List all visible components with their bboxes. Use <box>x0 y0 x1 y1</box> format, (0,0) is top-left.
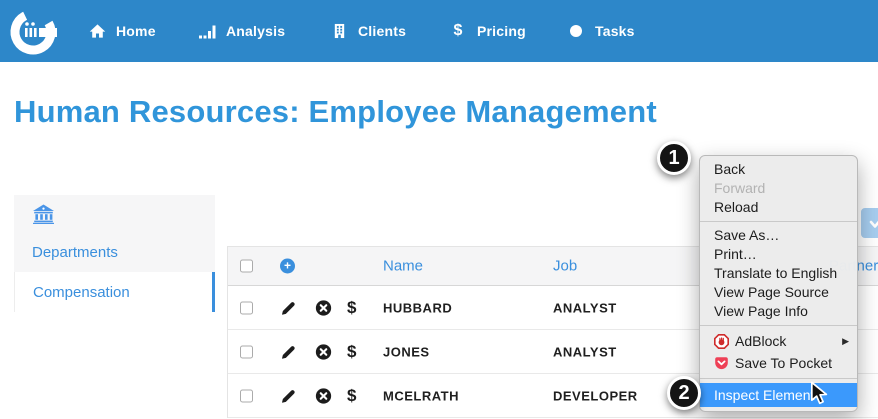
menu-item-inspect-element[interactable]: Inspect Element <box>700 383 857 407</box>
nav-item-tasks[interactable]: Tasks <box>567 0 635 62</box>
clients-icon <box>330 22 348 40</box>
pricing-icon: $ <box>449 22 467 40</box>
menu-separator <box>700 221 857 222</box>
row-checkbox[interactable] <box>240 345 253 358</box>
menu-item-forward: Forward <box>700 179 857 198</box>
menu-item-adblock[interactable]: AdBlock ▶ <box>700 330 857 352</box>
menu-item-save-to-pocket[interactable]: Save To Pocket <box>700 352 857 374</box>
sidebar-item-departments[interactable]: Departments <box>14 233 215 272</box>
callout-step-1: 1 <box>657 141 691 175</box>
pocket-icon <box>714 356 729 371</box>
sidebar-item-label: Compensation <box>33 284 130 301</box>
delete-x-icon[interactable] <box>315 387 332 404</box>
menu-separator <box>700 325 857 326</box>
nav-item-clients[interactable]: Clients <box>330 0 406 62</box>
delete-x-icon[interactable] <box>315 343 332 360</box>
salary-dollar-icon[interactable]: $ <box>347 386 356 406</box>
salary-dollar-icon[interactable]: $ <box>347 298 356 318</box>
page-title: Human Resources: Employee Management <box>14 94 657 130</box>
menu-item-save-as[interactable]: Save As… <box>700 226 857 245</box>
menu-separator <box>700 378 857 379</box>
nav-item-home[interactable]: Home <box>88 0 156 62</box>
employee-job: ANALYST <box>553 344 617 359</box>
menu-item-print[interactable]: Print… <box>700 245 857 264</box>
row-checkbox[interactable] <box>240 389 253 402</box>
column-header-name[interactable]: Name <box>383 258 423 275</box>
menu-item-view-page-info[interactable]: View Page Info <box>700 302 857 321</box>
submenu-arrow-icon: ▶ <box>842 332 849 351</box>
menu-item-view-page-source[interactable]: View Page Source <box>700 283 857 302</box>
menu-item-label: Save To Pocket <box>735 354 832 373</box>
column-header-job[interactable]: Job <box>553 258 577 275</box>
employee-job: DEVELOPER <box>553 388 638 403</box>
adblock-icon <box>714 334 729 349</box>
edit-pencil-icon[interactable] <box>280 387 297 404</box>
row-checkbox[interactable] <box>240 301 253 314</box>
employee-name: JONES <box>383 344 430 359</box>
top-navbar: Home Analysis Clients $ <box>0 0 878 62</box>
employee-name: MCELRATH <box>383 388 459 403</box>
sidebar-header <box>14 195 215 233</box>
callout-step-2: 2 <box>667 376 701 410</box>
check-icon <box>868 216 878 230</box>
delete-x-icon[interactable] <box>315 299 332 316</box>
home-icon <box>88 22 106 40</box>
nav-item-label: Clients <box>358 23 406 39</box>
context-menu: Back Forward Reload Save As… Print… Tran… <box>699 155 858 412</box>
mouse-cursor-icon <box>810 381 832 405</box>
nav-item-label: Tasks <box>595 23 635 39</box>
sidebar: Departments Compensation <box>14 195 215 312</box>
salary-dollar-icon[interactable]: $ <box>347 342 356 362</box>
nav-item-label: Home <box>116 23 156 39</box>
edit-pencil-icon[interactable] <box>280 299 297 316</box>
add-plus-icon[interactable]: + <box>280 259 295 274</box>
nav-item-label: Pricing <box>477 23 526 39</box>
bank-icon <box>32 204 55 224</box>
nav-item-analysis[interactable]: Analysis <box>198 0 285 62</box>
menu-item-label: AdBlock <box>735 332 786 351</box>
employee-job: ANALYST <box>553 300 617 315</box>
analysis-icon <box>198 22 216 40</box>
employee-name: HUBBARD <box>383 300 452 315</box>
edit-pencil-icon[interactable] <box>280 343 297 360</box>
menu-item-reload[interactable]: Reload <box>700 198 857 217</box>
guru-logo-icon[interactable] <box>6 3 62 59</box>
menu-item-back[interactable]: Back <box>700 160 857 179</box>
nav-item-label: Analysis <box>226 23 285 39</box>
tasks-icon <box>567 22 585 40</box>
sidebar-item-label: Departments <box>32 244 118 261</box>
nav-item-pricing[interactable]: $ Pricing <box>449 0 526 62</box>
select-all-checkbox[interactable] <box>240 260 253 273</box>
table-action-button[interactable] <box>861 208 878 238</box>
sidebar-item-compensation[interactable]: Compensation <box>14 272 215 312</box>
menu-item-translate[interactable]: Translate to English <box>700 264 857 283</box>
